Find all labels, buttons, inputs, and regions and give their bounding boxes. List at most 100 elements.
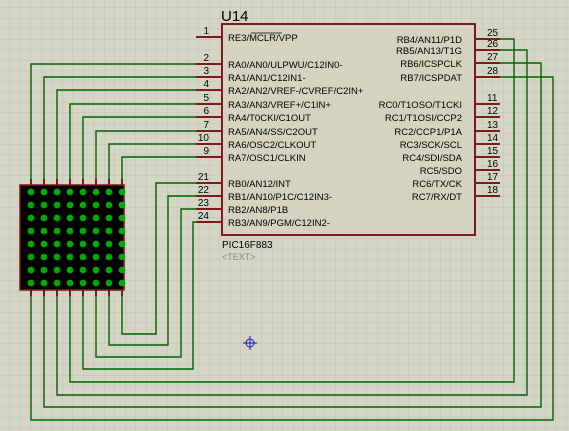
led-dot (40, 279, 48, 287)
pin-number: 26 (487, 39, 499, 50)
pin-label: RC1/T1OSI/CCP2 (385, 113, 462, 124)
pin-label: RA5/AN4/SS/C2OUT (228, 127, 318, 138)
pin-label: RB5/AN13/T1G (396, 46, 462, 57)
matrix-body[interactable] (19, 184, 125, 291)
pin-number: 11 (487, 93, 498, 104)
text-placeholder: <TEXT> (222, 252, 256, 262)
led-dot (53, 266, 61, 274)
pin-label: RE3/MCLR/VPP (228, 33, 298, 44)
led-dot (66, 201, 74, 209)
led-dot (118, 279, 126, 287)
led-dot (53, 201, 61, 209)
led-dot (27, 188, 35, 196)
pin-label: RA1/AN1/C12IN1- (228, 73, 306, 84)
led-dot (105, 240, 113, 248)
pin-number: 13 (487, 120, 499, 131)
led-dot (79, 214, 87, 222)
led-dot (53, 188, 61, 196)
led-dot (79, 253, 87, 261)
led-dot (118, 253, 126, 261)
pin-number: 5 (203, 93, 209, 104)
led-dot (92, 201, 100, 209)
led-dot (118, 227, 126, 235)
led-dot (66, 214, 74, 222)
led-dot (105, 227, 113, 235)
led-dot (79, 279, 87, 287)
led-dot (40, 266, 48, 274)
led-dot (105, 214, 113, 222)
pin-label: RA4/T0CKI/C1OUT (228, 113, 311, 124)
led-dot (118, 201, 126, 209)
pin-number: 24 (198, 211, 210, 222)
pin-number: 7 (203, 120, 209, 131)
pin-label: RC7/RX/DT (412, 192, 462, 203)
pin-number: 3 (203, 66, 209, 77)
pin-label: RB0/AN12/INT (228, 179, 291, 190)
led-dot (40, 201, 48, 209)
led-dot (66, 279, 74, 287)
pin-label: RC5/SDO (420, 166, 462, 177)
pin-label: RC0/T1OSO/T1CKI (379, 100, 462, 111)
pin-label: RC6/TX/CK (412, 179, 462, 190)
led-dot (79, 227, 87, 235)
pin-number: 1 (203, 26, 209, 37)
led-dot (92, 214, 100, 222)
pin-label: RC3/SCK/SCL (400, 140, 462, 151)
pin-label: RA7/OSC1/CLKIN (228, 153, 306, 164)
led-dot (118, 188, 126, 196)
led-dot (53, 253, 61, 261)
led-dot (27, 240, 35, 248)
pin-number: 25 (487, 28, 499, 39)
led-dot (27, 201, 35, 209)
led-dot (27, 266, 35, 274)
pin-label: RA2/AN2/VREF-/CVREF/C2IN+ (228, 86, 364, 97)
pin-number: 4 (203, 79, 209, 90)
pin-label: RB7/ICSPDAT (400, 73, 462, 84)
led-dot (66, 227, 74, 235)
led-dot (40, 240, 48, 248)
led-dot (92, 253, 100, 261)
pin-number: 12 (487, 106, 499, 117)
schematic-canvas[interactable]: U14 1 RE3/MCLR/VPP 2 RA0/AN0/ULPWU/C12IN0- 3… (0, 0, 569, 431)
led-dot (66, 188, 74, 196)
pin-number: 2 (203, 53, 209, 64)
pin-label: RC2/CCP1/P1A (394, 127, 462, 138)
led-dot (118, 266, 126, 274)
pin-label: RB2/AN8/P1B (228, 205, 288, 216)
pic16f883-chip[interactable]: U14 1 RE3/MCLR/VPP 2 RA0/AN0/ULPWU/C12IN0- 3… (196, 8, 500, 262)
pin-number: 23 (198, 198, 210, 209)
led-dot (53, 214, 61, 222)
pin-number: 9 (203, 146, 209, 157)
pin-number: 22 (198, 185, 210, 196)
led-dot (118, 214, 126, 222)
pin-number: 10 (198, 133, 210, 144)
led-dot (53, 227, 61, 235)
led-dot (66, 266, 74, 274)
led-dot (53, 279, 61, 287)
part-name: PIC16F883 (222, 240, 273, 251)
pin-label: RA0/AN0/ULPWU/C12IN0- (228, 60, 343, 71)
led-dot (118, 240, 126, 248)
pin-label: RB1/AN10/P1C/C12IN3- (228, 192, 332, 203)
led-dot (105, 201, 113, 209)
led-dot (79, 240, 87, 248)
led-dot (92, 240, 100, 248)
pin-label: RB4/AN11/P1D (397, 35, 462, 46)
led-dot (105, 266, 113, 274)
pin-number: 21 (198, 172, 210, 183)
led-dot (79, 201, 87, 209)
led-dot (92, 279, 100, 287)
pin-label: RB6/ICSPCLK (400, 59, 462, 70)
led-dot (27, 214, 35, 222)
pin-label: RC4/SDI/SDA (402, 153, 462, 164)
pin-label: RA3/AN3/VREF+/C1IN+ (228, 100, 331, 111)
led-dot (105, 188, 113, 196)
pin-label: RA6/OSC2/CLKOUT (228, 140, 316, 151)
led-matrix[interactable] (19, 179, 126, 296)
led-dot (92, 188, 100, 196)
led-dot (27, 279, 35, 287)
led-dot (92, 227, 100, 235)
led-dot (40, 214, 48, 222)
pin-number: 18 (487, 185, 499, 196)
pin-number: 16 (487, 159, 499, 170)
